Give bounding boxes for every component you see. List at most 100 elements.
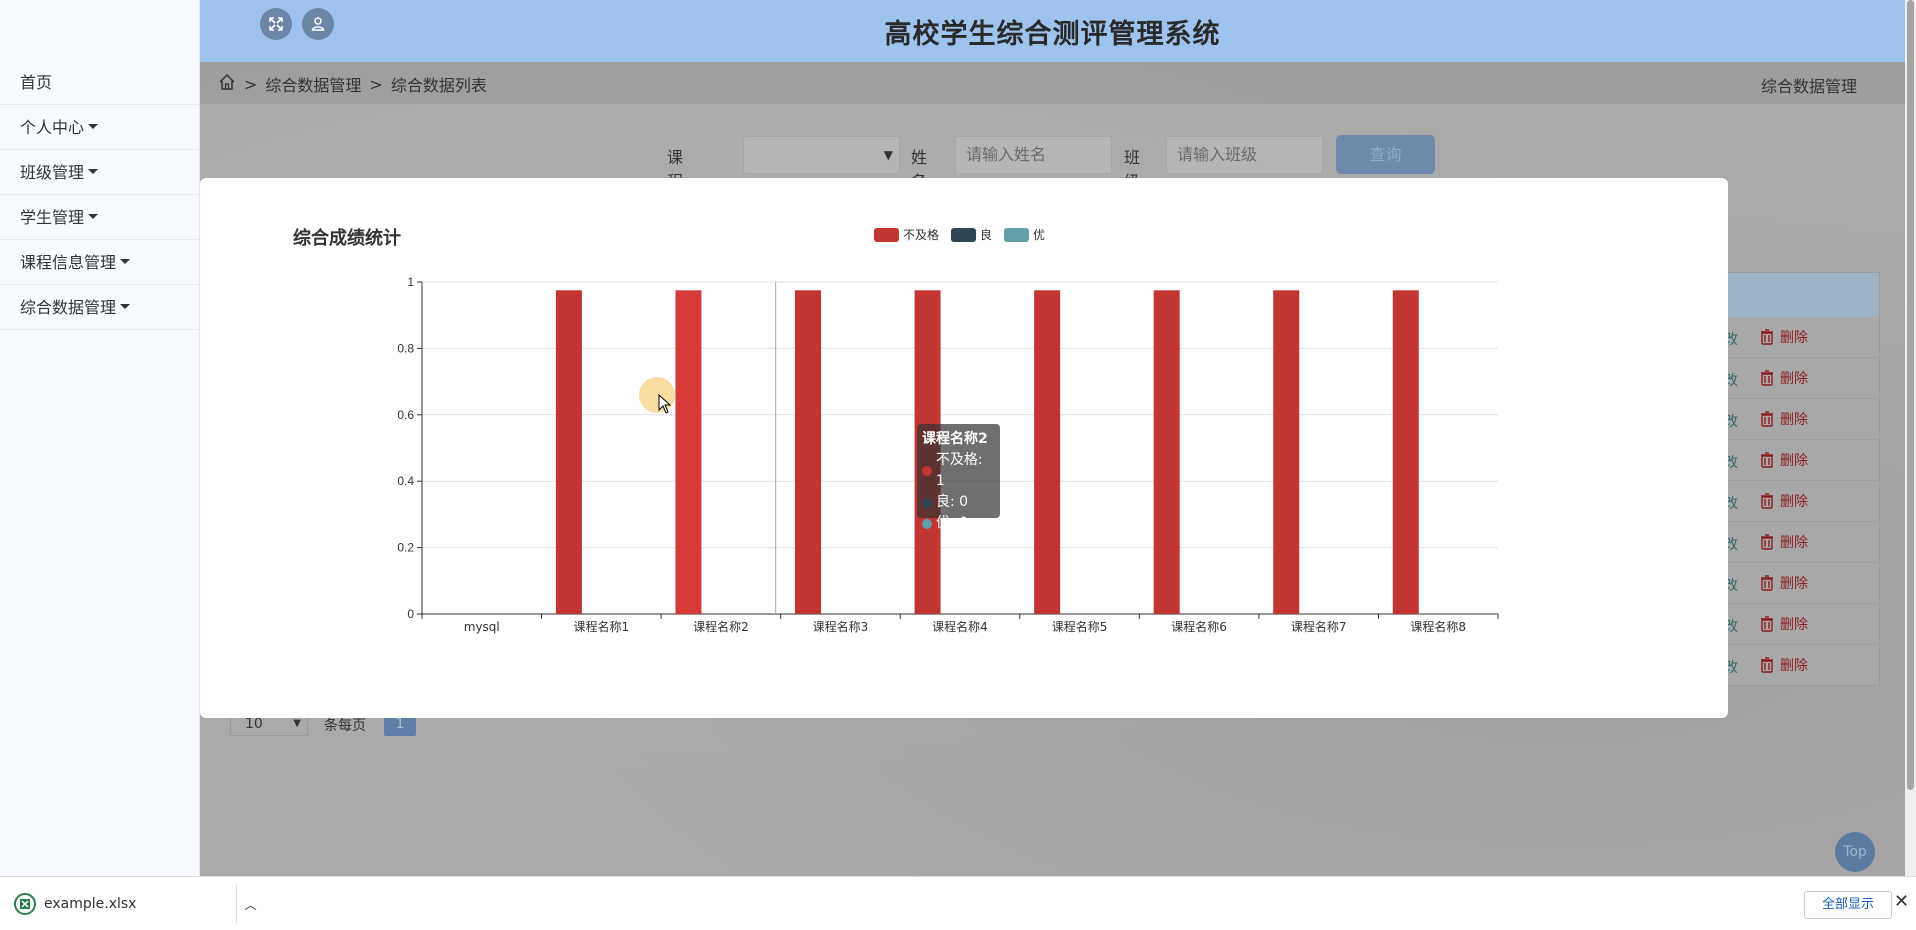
sidebar-item-label: 个人中心 (20, 118, 85, 137)
tooltip-title: 课程名称2 (922, 431, 988, 447)
back-to-top-button[interactable]: Top (1835, 832, 1875, 872)
bar (1153, 290, 1180, 614)
delete-label: 删除 (1780, 453, 1808, 469)
y-tick-label: 0 (407, 607, 414, 621)
sidebar-item-label: 课程信息管理 (20, 253, 117, 272)
download-item[interactable]: example.xlsx ︿ (14, 893, 256, 915)
sidebar-item-data-management[interactable]: 综合数据管理 (0, 285, 200, 330)
y-tick-label: 0.4 (397, 474, 414, 488)
show-all-downloads-button[interactable]: 全部显示 (1804, 891, 1892, 919)
mouse-cursor-icon (658, 394, 672, 414)
delete-button[interactable]: 删除 (1760, 491, 1808, 511)
excel-file-icon (14, 893, 36, 915)
download-bar: example.xlsx ︿ 全部显示 ✕ (0, 876, 1916, 930)
app-title: 高校学生综合测评管理系统 (884, 19, 1221, 50)
caret-down-icon (88, 124, 99, 129)
tooltip-row: 良: 0 (922, 492, 995, 513)
tooltip-row-text: 不及格: 1 (935, 452, 983, 489)
tooltip-row: 优: 0 (922, 513, 995, 534)
breadcrumb-item[interactable]: 综合数据管理 (265, 72, 361, 96)
trash-icon (1761, 575, 1773, 591)
table-row: 改删除 (1724, 358, 1879, 399)
delete-button[interactable]: 删除 (1760, 655, 1808, 675)
trash-icon (1761, 452, 1773, 468)
x-tick-label: mysql (464, 620, 500, 634)
sidebar-item-student-management[interactable]: 学生管理 (0, 195, 200, 240)
x-tick-label: 课程名称2 (693, 619, 749, 634)
chevron-up-icon[interactable]: ︿ (244, 896, 256, 913)
chevron-down-icon: ▼ (883, 148, 893, 162)
sidebar-item-course-management[interactable]: 课程信息管理 (0, 240, 200, 285)
page-scrollbar[interactable] (1905, 0, 1916, 876)
sidebar-item-personal-center[interactable]: 个人中心 (0, 105, 200, 150)
home-icon[interactable] (218, 73, 236, 95)
sidebar-item-class-management[interactable]: 班级管理 (0, 150, 200, 195)
breadcrumb-bar: > 综合数据管理 > 综合数据列表 综合数据管理 (200, 62, 1905, 104)
table-row: 改删除 (1724, 604, 1879, 645)
bar (1034, 290, 1061, 614)
query-button[interactable]: 查询 (1336, 135, 1435, 174)
trash-icon (1761, 657, 1773, 673)
delete-button[interactable]: 删除 (1760, 327, 1808, 347)
chart-tooltip: 课程名称2 不及格: 1 良: 0 优: 0 (917, 424, 1000, 531)
page-size-value: 10 (245, 716, 263, 732)
course-select[interactable]: ▼ (743, 136, 900, 174)
table-row: 改删除 (1724, 645, 1879, 686)
bar (1273, 290, 1300, 614)
y-tick-label: 0.8 (397, 341, 414, 355)
table-row: 改删除 (1724, 563, 1879, 604)
name-input[interactable]: 请输入姓名 (955, 136, 1112, 174)
x-tick-label: 课程名称6 (1171, 619, 1227, 634)
delete-label: 删除 (1780, 371, 1808, 387)
sidebar-item-label: 班级管理 (20, 163, 85, 182)
x-tick-label: 课程名称1 (574, 619, 630, 634)
class-input[interactable]: 请输入班级 (1166, 136, 1323, 174)
table-row: 改删除 (1724, 440, 1879, 481)
delete-button[interactable]: 删除 (1760, 368, 1808, 388)
table-row: 改删除 (1724, 481, 1879, 522)
delete-button[interactable]: 删除 (1760, 450, 1808, 470)
y-tick-label: 0.6 (397, 408, 414, 422)
x-tick-label: 课程名称4 (932, 619, 988, 634)
delete-label: 删除 (1780, 494, 1808, 510)
x-tick-label: 课程名称5 (1052, 619, 1108, 634)
caret-down-icon (120, 304, 131, 309)
data-table-actions: 改删除改删除改删除改删除改删除改删除改删除改删除改删除 (1723, 272, 1880, 686)
scrollbar-thumb[interactable] (1907, 0, 1914, 790)
caret-down-icon (88, 214, 99, 219)
close-icon[interactable]: ✕ (1894, 891, 1909, 912)
y-tick-label: 0.2 (397, 541, 414, 555)
sidebar-item-home[interactable]: 首页 (0, 60, 200, 105)
bar (795, 290, 822, 614)
trash-icon (1761, 411, 1773, 427)
delete-button[interactable]: 删除 (1760, 614, 1808, 634)
trash-icon (1761, 370, 1773, 386)
x-tick-label: 课程名称3 (813, 619, 869, 634)
delete-label: 删除 (1780, 658, 1808, 674)
breadcrumb-separator: > (369, 74, 383, 94)
sidebar: 首页 个人中心 班级管理 学生管理 课程信息管理 综合数据管理 (0, 0, 200, 876)
trash-icon (1761, 534, 1773, 550)
delete-button[interactable]: 删除 (1760, 532, 1808, 552)
breadcrumb-item[interactable]: 综合数据列表 (391, 72, 487, 96)
trash-icon (1761, 329, 1773, 345)
delete-label: 删除 (1780, 330, 1808, 346)
sidebar-item-label: 综合数据管理 (20, 298, 117, 317)
bar (555, 290, 582, 614)
delete-label: 删除 (1780, 412, 1808, 428)
download-file-name: example.xlsx (44, 896, 137, 912)
breadcrumb: > 综合数据管理 > 综合数据列表 (218, 72, 487, 96)
x-tick-label: 课程名称8 (1410, 619, 1466, 634)
tooltip-row: 不及格: 1 (922, 450, 995, 492)
delete-button[interactable]: 删除 (1760, 409, 1808, 429)
tooltip-row-text: 良: 0 (936, 494, 969, 510)
delete-label: 删除 (1780, 576, 1808, 592)
per-page-label: 条每页 (324, 718, 366, 734)
table-body: 改删除改删除改删除改删除改删除改删除改删除改删除改删除 (1724, 317, 1879, 686)
delete-label: 删除 (1780, 617, 1808, 633)
tooltip-row-text: 优: 0 (936, 515, 969, 531)
caret-down-icon (120, 259, 131, 264)
bar (1392, 290, 1419, 614)
delete-button[interactable]: 删除 (1760, 573, 1808, 593)
series-dot-icon (922, 466, 932, 476)
